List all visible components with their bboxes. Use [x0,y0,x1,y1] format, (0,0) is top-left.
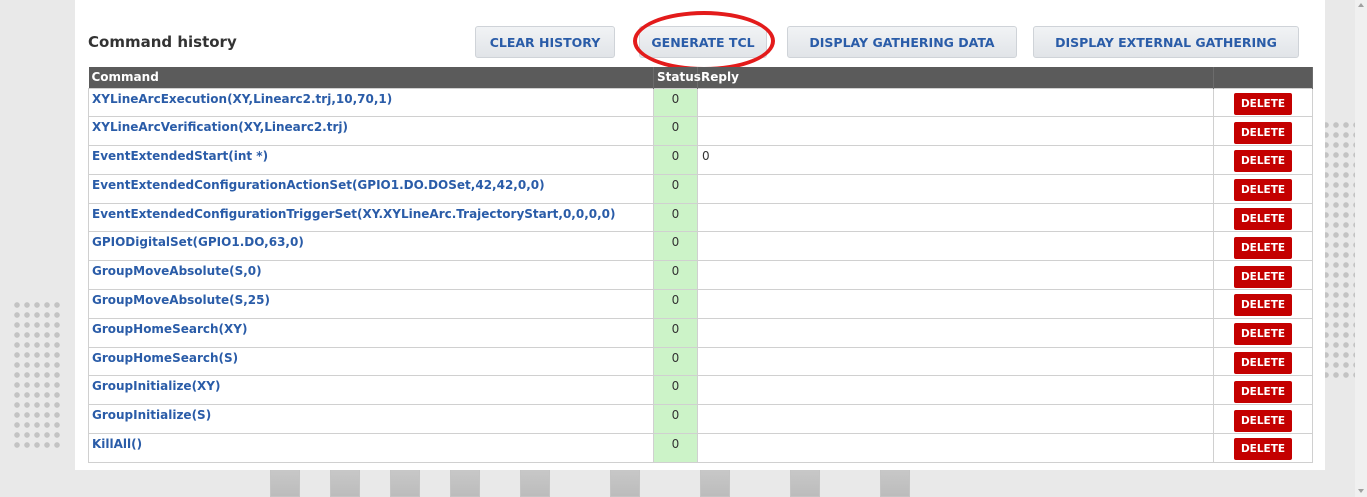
table-row: GroupInitialize(S) 0 DELETE [88,404,1313,435]
action-cell: DELETE [1213,116,1313,147]
delete-button[interactable]: DELETE [1234,265,1292,288]
delete-button[interactable]: DELETE [1234,380,1292,403]
command-link[interactable]: GPIODigitalSet(GPIO1.DO,63,0) [88,231,654,262]
action-cell: DELETE [1213,145,1313,175]
delete-button[interactable]: DELETE [1234,409,1292,432]
scroll-up-icon[interactable] [1358,3,1364,7]
status-cell: 0 [653,433,698,463]
command-link[interactable]: XYLineArcVerification(XY,Linearc2.trj) [88,116,654,147]
action-cell: DELETE [1213,289,1313,319]
status-cell: 0 [653,231,698,262]
action-cell: DELETE [1213,202,1313,233]
reply-cell [697,231,1214,262]
reply-cell [697,116,1214,147]
table-row: GroupInitialize(XY) 0 DELETE [88,375,1313,406]
header-reply: Reply [697,67,1214,88]
command-link[interactable]: GroupInitialize(XY) [88,375,654,406]
delete-button[interactable]: DELETE [1234,294,1292,317]
command-link[interactable]: KillAll() [88,433,654,463]
status-cell: 0 [653,289,698,319]
action-cell: DELETE [1213,317,1313,348]
reply-cell [697,289,1214,319]
reply-cell [697,87,1214,118]
delete-button[interactable]: DELETE [1234,92,1292,115]
table-row: GroupMoveAbsolute(S,0) 0 DELETE [88,260,1313,291]
action-cell: DELETE [1213,231,1313,262]
action-cell: DELETE [1213,404,1313,435]
status-cell: 0 [653,116,698,147]
generate-tcl-button[interactable]: GENERATE TCL [639,26,767,58]
status-cell: 0 [653,173,698,204]
table-row: XYLineArcVerification(XY,Linearc2.trj) 0 D… [88,116,1313,147]
reply-cell [697,375,1214,406]
reply-cell [697,346,1214,377]
delete-button[interactable]: DELETE [1234,323,1292,346]
header-action [1213,67,1313,88]
action-cell: DELETE [1213,375,1313,406]
command-link[interactable]: EventExtendedStart(int *) [88,145,654,175]
status-cell: 0 [653,375,698,406]
table-row: GroupHomeSearch(S) 0 DELETE [88,346,1313,377]
command-link[interactable]: GroupInitialize(S) [88,404,654,435]
table-row: EventExtendedConfigurationTriggerSet(XY.… [88,202,1313,233]
status-cell: 0 [653,87,698,118]
panel-title: Command history [88,33,237,51]
display-external-gathering-button[interactable]: DISPLAY EXTERNAL GATHERING [1033,26,1299,58]
header-status: Status [653,67,701,88]
display-gathering-data-button[interactable]: DISPLAY GATHERING DATA [787,26,1017,58]
reply-cell [697,173,1214,204]
command-link[interactable]: GroupHomeSearch(S) [88,346,654,377]
reply-cell [697,260,1214,291]
delete-button[interactable]: DELETE [1234,208,1292,231]
clear-history-button[interactable]: CLEAR HISTORY [475,26,615,58]
action-cell: DELETE [1213,87,1313,118]
table-row: GroupMoveAbsolute(S,25) 0 DELETE [88,289,1313,319]
status-cell: 0 [653,202,698,233]
table-row: GroupHomeSearch(XY) 0 DELETE [88,317,1313,348]
status-cell: 0 [653,404,698,435]
delete-button[interactable]: DELETE [1234,236,1292,259]
command-link[interactable]: GroupHomeSearch(XY) [88,317,654,348]
table-row: KillAll() 0 DELETE [88,433,1313,463]
table-row: GPIODigitalSet(GPIO1.DO,63,0) 0 DELETE [88,231,1313,262]
action-cell: DELETE [1213,173,1313,204]
background-vent-dots [12,300,60,450]
reply-cell [697,404,1214,435]
action-cell: DELETE [1213,260,1313,291]
status-cell: 0 [653,317,698,348]
command-link[interactable]: XYLineArcExecution(XY,Linearc2.trj,10,70… [88,87,654,118]
command-history-panel: Command history CLEAR HISTORY GENERATE T… [75,0,1325,470]
command-link[interactable]: GroupMoveAbsolute(S,25) [88,289,654,319]
header-command: Command [88,67,654,88]
command-link[interactable]: EventExtendedConfigurationActionSet(GPIO… [88,173,654,204]
command-link[interactable]: EventExtendedConfigurationTriggerSet(XY.… [88,202,654,233]
table-row: XYLineArcExecution(XY,Linearc2.trj,10,70… [88,87,1313,118]
delete-button[interactable]: DELETE [1234,438,1292,461]
delete-button[interactable]: DELETE [1234,352,1292,375]
reply-cell [697,202,1214,233]
status-cell: 0 [653,145,698,175]
command-history-table: Command Status Reply XYLineArcExecution(… [88,67,1313,463]
action-cell: DELETE [1213,346,1313,377]
action-cell: DELETE [1213,433,1313,463]
reply-cell [697,317,1214,348]
table-row: EventExtendedConfigurationActionSet(GPIO… [88,173,1313,204]
scroll-down-icon[interactable] [1358,489,1364,493]
delete-button[interactable]: DELETE [1234,150,1292,173]
status-cell: 0 [653,346,698,377]
delete-button[interactable]: DELETE [1234,121,1292,144]
reply-cell [697,433,1214,463]
command-link[interactable]: GroupMoveAbsolute(S,0) [88,260,654,291]
table-row: EventExtendedStart(int *) 0 0 DELETE [88,145,1313,175]
table-header-row: Command Status Reply [88,67,1313,88]
reply-cell: 0 [697,145,1214,175]
status-cell: 0 [653,260,698,291]
delete-button[interactable]: DELETE [1234,179,1292,202]
vertical-scrollbar[interactable] [1355,0,1367,497]
